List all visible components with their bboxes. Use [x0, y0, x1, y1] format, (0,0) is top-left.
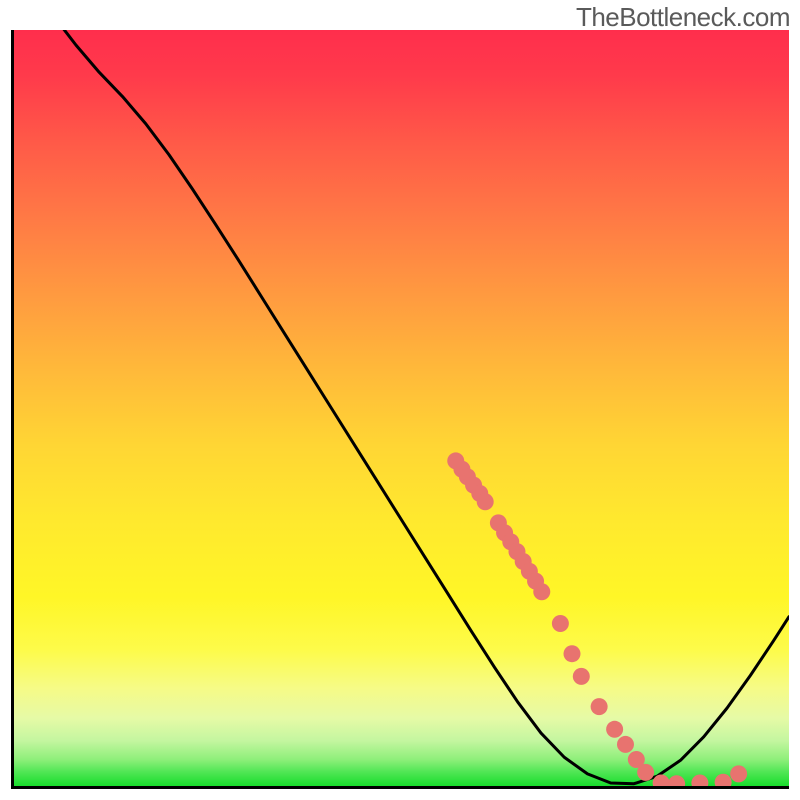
data-point	[552, 615, 569, 632]
data-point	[606, 721, 623, 738]
bottleneck-curve	[53, 30, 789, 784]
data-point	[668, 775, 685, 786]
data-point	[637, 764, 654, 781]
data-point	[691, 774, 708, 786]
chart-container: TheBottleneck.com	[0, 0, 800, 800]
data-point	[573, 668, 590, 685]
plot-frame	[11, 30, 789, 789]
data-point	[715, 774, 732, 786]
data-point	[730, 765, 747, 782]
watermark-label: TheBottleneck.com	[576, 2, 790, 33]
data-point	[617, 736, 634, 753]
data-point	[564, 645, 581, 662]
data-point	[533, 583, 550, 600]
chart-svg	[14, 30, 789, 786]
data-point	[477, 493, 494, 510]
data-point	[591, 698, 608, 715]
